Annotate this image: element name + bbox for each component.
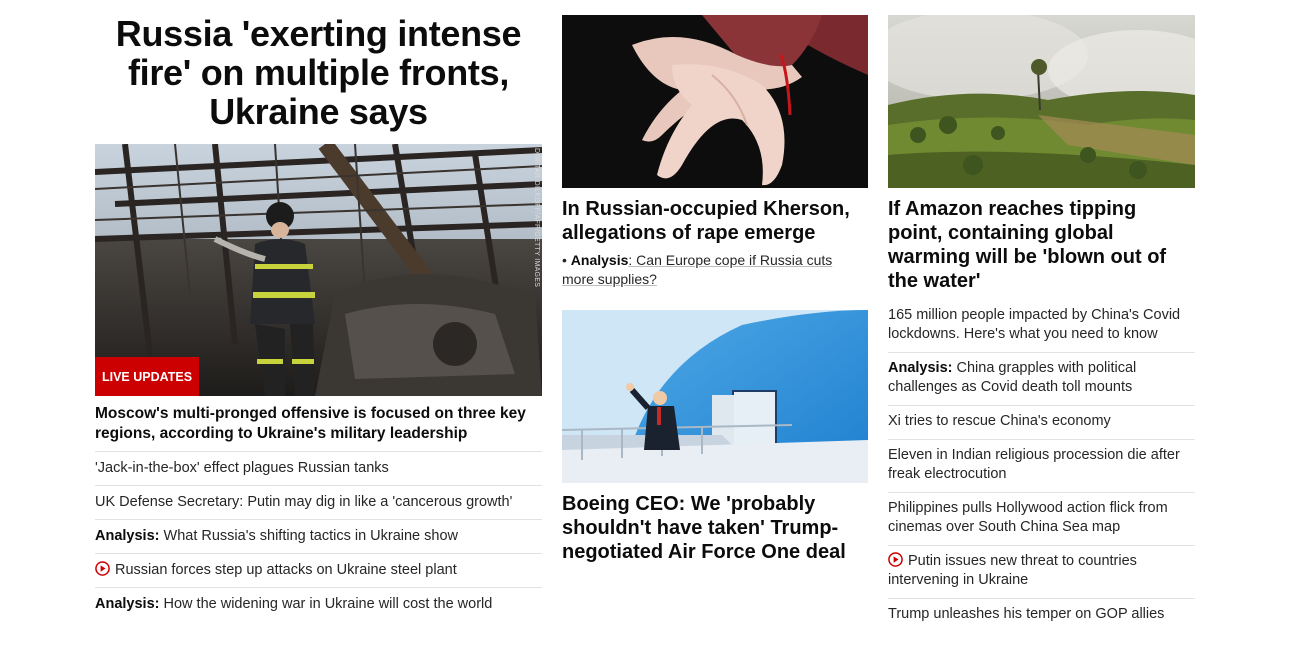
live-updates-badge[interactable]: LIVE UPDATES [95, 357, 199, 396]
list-item[interactable]: 165 million people impacted by China's C… [888, 306, 1195, 353]
analysis-label: Analysis: [95, 528, 160, 544]
analysis-label: Analysis: [95, 596, 160, 612]
link-text: Philippines pulls Hollywood action flick… [888, 500, 1168, 535]
list-item[interactable]: Putin issues new threat to countries int… [888, 546, 1195, 599]
list-item[interactable]: Analysis: What Russia's shifting tactics… [95, 520, 542, 554]
link-text: What Russia's shifting tactics in Ukrain… [163, 528, 459, 544]
third-story-column: If Amazon reaches tipping point, contain… [888, 15, 1195, 632]
bullet: • [562, 252, 567, 268]
list-item[interactable]: 'Jack-in-the-box' effect plagues Russian… [95, 452, 542, 486]
amazon-headline[interactable]: If Amazon reaches tipping point, contain… [888, 197, 1195, 293]
kherson-story-card: In Russian-occupied Kherson, allegations… [562, 15, 868, 289]
secondary-story-column: In Russian-occupied Kherson, allegations… [562, 15, 868, 564]
list-item[interactable]: Analysis: China grapples with political … [888, 353, 1195, 406]
link-text: How the widening war in Ukraine will cos… [163, 596, 493, 612]
lead-story-column: Russia 'exerting intense fire' on multip… [95, 14, 542, 622]
list-item[interactable]: Philippines pulls Hollywood action flick… [888, 493, 1195, 546]
analysis-label: Analysis [570, 252, 629, 268]
link-text: Putin issues new threat to countries int… [888, 553, 1137, 588]
link-text: Eleven in Indian religious procession di… [888, 447, 1180, 482]
list-item[interactable]: Russian forces step up attacks on Ukrain… [95, 554, 542, 588]
link-text: Trump unleashes his temper on GOP allies [888, 606, 1165, 622]
air-force-one-photo [562, 310, 868, 483]
link-text: 165 million people impacted by China's C… [888, 307, 1181, 342]
photo-credit: DIMITAR DILKOFF/AFP/GETTY IMAGES [533, 148, 540, 288]
play-icon [888, 552, 903, 567]
link-text: Xi tries to rescue China's economy [888, 413, 1111, 429]
boeing-story-card: Boeing CEO: We 'probably shouldn't have … [562, 310, 868, 564]
lead-related-links: 'Jack-in-the-box' effect plagues Russian… [95, 452, 542, 622]
world-related-links: 165 million people impacted by China's C… [888, 306, 1195, 632]
lead-headline[interactable]: Russia 'exerting intense fire' on multip… [95, 14, 542, 131]
list-item[interactable]: Eleven in Indian religious procession di… [888, 440, 1195, 493]
kherson-headline[interactable]: In Russian-occupied Kherson, allegations… [562, 197, 868, 245]
link-text: 'Jack-in-the-box' effect plagues Russian… [95, 460, 389, 476]
list-item[interactable]: Analysis: How the widening war in Ukrain… [95, 588, 542, 622]
kherson-story-image[interactable] [562, 15, 868, 188]
hands-photo [562, 15, 868, 188]
list-item[interactable]: Trump unleashes his temper on GOP allies [888, 599, 1195, 632]
news-zone: Russia 'exerting intense fire' on multip… [0, 0, 1290, 651]
analysis-link[interactable]: • Analysis: Can Europe cope if Russia cu… [562, 251, 868, 289]
list-item[interactable]: Xi tries to rescue China's economy [888, 406, 1195, 440]
analysis-label: Analysis: [888, 360, 953, 376]
boeing-headline[interactable]: Boeing CEO: We 'probably shouldn't have … [562, 492, 868, 564]
lead-story-image[interactable]: DIMITAR DILKOFF/AFP/GETTY IMAGES LIVE UP… [95, 144, 542, 396]
amazon-forest-photo [888, 15, 1195, 188]
play-icon [95, 561, 110, 576]
amazon-story-image[interactable] [888, 15, 1195, 188]
link-text: Russian forces step up attacks on Ukrain… [115, 562, 457, 578]
list-item[interactable]: UK Defense Secretary: Putin may dig in l… [95, 486, 542, 520]
boeing-story-image[interactable] [562, 310, 868, 483]
link-text: UK Defense Secretary: Putin may dig in l… [95, 494, 513, 510]
lead-subheadline[interactable]: Moscow's multi-pronged offensive is focu… [95, 404, 542, 452]
